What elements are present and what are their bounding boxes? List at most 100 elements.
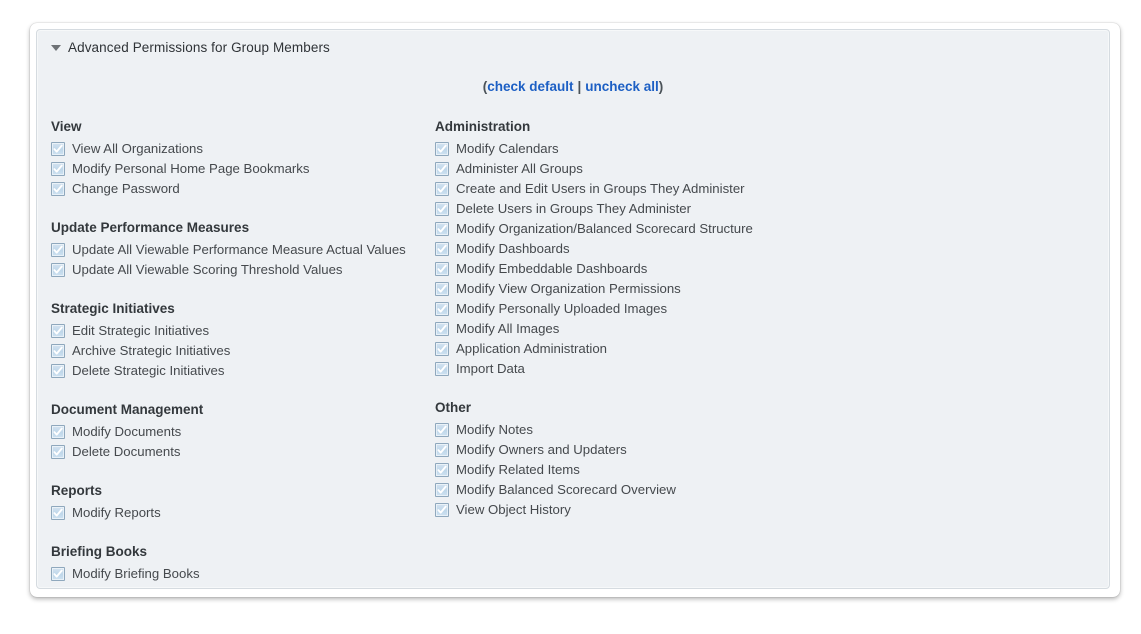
checkmark-icon[interactable] — [435, 483, 449, 497]
permission-columns: View View All Organizations Modify Persona… — [51, 118, 1101, 584]
checkmark-icon[interactable] — [51, 445, 65, 459]
checkmark-icon[interactable] — [435, 182, 449, 196]
permission-item[interactable]: Update All Viewable Performance Measure … — [51, 240, 435, 260]
chevron-down-icon[interactable] — [51, 45, 61, 51]
permission-item-label: Delete Strategic Initiatives — [72, 363, 225, 378]
permission-item[interactable]: Modify Dashboards — [435, 239, 995, 259]
page-title: Advanced Permissions for Group Members — [68, 39, 330, 55]
permission-item[interactable]: Archive Strategic Initiatives — [51, 341, 435, 361]
checkmark-icon[interactable] — [51, 567, 65, 581]
checkmark-icon[interactable] — [51, 142, 65, 156]
checkmark-icon[interactable] — [435, 322, 449, 336]
permission-group: Reports Modify Reports — [51, 482, 435, 523]
permission-item[interactable]: Modify Personal Home Page Bookmarks — [51, 159, 435, 179]
permission-item[interactable]: Change Password — [51, 179, 435, 199]
permission-item[interactable]: Modify View Organization Permissions — [435, 279, 995, 299]
permission-item-label: Update All Viewable Scoring Threshold Va… — [72, 262, 343, 277]
permission-item[interactable]: Modify Briefing Books — [51, 564, 435, 584]
permission-item-label: Modify Documents — [72, 424, 182, 439]
permission-item-label: Modify Owners and Updaters — [456, 442, 627, 457]
permission-item[interactable]: Modify Reports — [51, 503, 435, 523]
permission-item[interactable]: Modify Personally Uploaded Images — [435, 299, 995, 319]
permission-item[interactable]: Delete Documents — [51, 442, 435, 462]
permission-item[interactable]: Application Administration — [435, 339, 995, 359]
permission-item[interactable]: View Object History — [435, 500, 995, 520]
checkmark-icon[interactable] — [435, 463, 449, 477]
permission-item-label: Modify All Images — [456, 321, 560, 336]
permission-column-right: Administration Modify Calendars Administer… — [435, 118, 995, 520]
checkmark-icon[interactable] — [51, 324, 65, 338]
permission-item[interactable]: View All Organizations — [51, 139, 435, 159]
permission-item[interactable]: Create and Edit Users in Groups They Adm… — [435, 179, 995, 199]
checkmark-icon[interactable] — [51, 364, 65, 378]
permission-group: View View All Organizations Modify Persona… — [51, 118, 435, 199]
checkmark-icon[interactable] — [51, 344, 65, 358]
permission-item-label: Modify Briefing Books — [72, 566, 200, 581]
panel-header[interactable]: Advanced Permissions for Group Members — [37, 30, 330, 64]
check-default-link[interactable]: check default — [487, 79, 573, 94]
permission-item[interactable]: Delete Users in Groups They Administer — [435, 199, 995, 219]
permission-item[interactable]: Delete Strategic Initiatives — [51, 361, 435, 381]
link-separator: | — [577, 79, 582, 94]
checkmark-icon[interactable] — [435, 142, 449, 156]
checkmark-icon[interactable] — [435, 362, 449, 376]
permission-item-label: Change Password — [72, 181, 180, 196]
permission-item-label: View Object History — [456, 502, 571, 517]
permission-item[interactable]: Modify Balanced Scorecard Overview — [435, 480, 995, 500]
checkmark-icon[interactable] — [51, 182, 65, 196]
permission-item[interactable]: Modify Organization/Balanced Scorecard S… — [435, 219, 995, 239]
permission-group-heading: View — [51, 119, 82, 134]
permission-item-label: Create and Edit Users in Groups They Adm… — [456, 181, 745, 196]
checkmark-icon[interactable] — [435, 342, 449, 356]
permission-item-label: Delete Documents — [72, 444, 181, 459]
permission-item[interactable]: Modify Owners and Updaters — [435, 440, 995, 460]
permission-item[interactable]: Modify Related Items — [435, 460, 995, 480]
checkmark-icon[interactable] — [435, 262, 449, 276]
permission-group-heading: Strategic Initiatives — [51, 301, 175, 316]
checkmark-icon[interactable] — [51, 425, 65, 439]
permission-item[interactable]: Administer All Groups — [435, 159, 995, 179]
permission-item-label: Application Administration — [456, 341, 608, 356]
permission-item-label: Update All Viewable Performance Measure … — [72, 242, 406, 257]
permission-item[interactable]: Modify Embeddable Dashboards — [435, 259, 995, 279]
checkmark-icon[interactable] — [51, 162, 65, 176]
checkmark-icon[interactable] — [51, 506, 65, 520]
checkmark-icon[interactable] — [51, 263, 65, 277]
checkmark-icon[interactable] — [435, 302, 449, 316]
permission-group-heading: Other — [435, 400, 472, 415]
checkmark-icon[interactable] — [435, 222, 449, 236]
checkmark-icon[interactable] — [51, 243, 65, 257]
permission-item-label: Modify Embeddable Dashboards — [456, 261, 648, 276]
checkmark-icon[interactable] — [435, 282, 449, 296]
permission-group-heading: Reports — [51, 483, 103, 498]
permission-item[interactable]: Import Data — [435, 359, 995, 379]
permission-item-label: Modify Calendars — [456, 141, 559, 156]
permission-item-label: Modify Organization/Balanced Scorecard S… — [456, 221, 753, 236]
permission-group-heading: Administration — [435, 119, 531, 134]
checkmark-icon[interactable] — [435, 202, 449, 216]
permission-item-label: View All Organizations — [72, 141, 203, 156]
checkmark-icon[interactable] — [435, 503, 449, 517]
permission-item[interactable]: Modify Notes — [435, 420, 995, 440]
permission-group-heading: Document Management — [51, 402, 204, 417]
permission-item-label: Modify Personally Uploaded Images — [456, 301, 668, 316]
permission-group: Administration Modify Calendars Administer… — [435, 118, 995, 379]
permission-item-label: Modify Personal Home Page Bookmarks — [72, 161, 310, 176]
permission-item-label: Modify Reports — [72, 505, 161, 520]
permission-item[interactable]: Update All Viewable Scoring Threshold Va… — [51, 260, 435, 280]
checkmark-icon[interactable] — [435, 242, 449, 256]
permission-item[interactable]: Modify Calendars — [435, 139, 995, 159]
permission-item[interactable]: Modify Documents — [51, 422, 435, 442]
permission-group: Strategic Initiatives Edit Strategic Init… — [51, 300, 435, 381]
uncheck-all-link[interactable]: uncheck all — [585, 79, 659, 94]
checkmark-icon[interactable] — [435, 423, 449, 437]
permission-item-label: Modify View Organization Permissions — [456, 281, 681, 296]
permission-item-label: Modify Balanced Scorecard Overview — [456, 482, 676, 497]
permission-item[interactable]: Modify All Images — [435, 319, 995, 339]
checkmark-icon[interactable] — [435, 162, 449, 176]
permission-column-left: View View All Organizations Modify Persona… — [51, 118, 435, 584]
permission-item[interactable]: Edit Strategic Initiatives — [51, 321, 435, 341]
permission-group: Briefing Books Modify Briefing Books — [51, 543, 435, 584]
bulk-actions-bar: (check default | uncheck all) — [37, 79, 1109, 94]
checkmark-icon[interactable] — [435, 443, 449, 457]
